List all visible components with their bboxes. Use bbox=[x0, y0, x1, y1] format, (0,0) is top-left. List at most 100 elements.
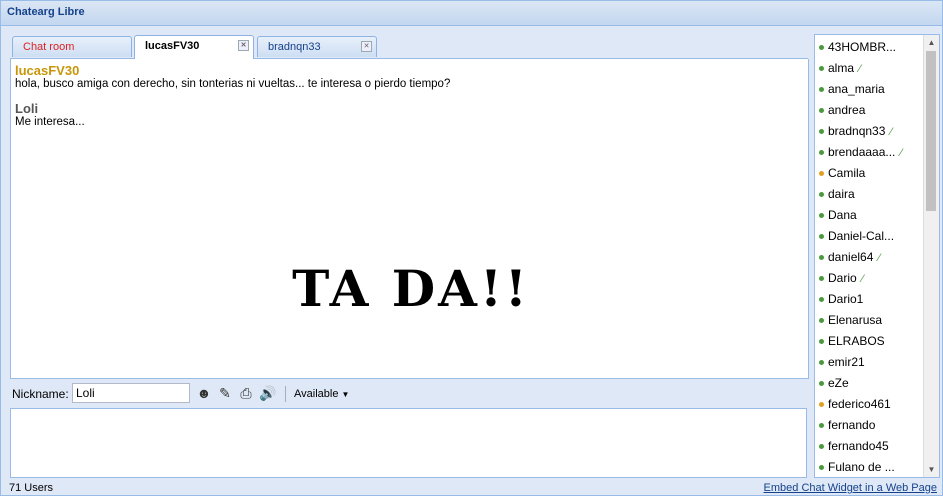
user-name: 43HOMBR... bbox=[828, 40, 897, 54]
status-dot-icon bbox=[819, 444, 824, 450]
status-dot-icon bbox=[819, 465, 824, 471]
user-list-item[interactable]: emir21 bbox=[819, 352, 865, 373]
user-list-item[interactable]: ELRABOS bbox=[819, 331, 885, 352]
message-input[interactable] bbox=[10, 408, 807, 478]
status-dot-icon bbox=[819, 66, 824, 72]
status-dot-icon bbox=[819, 108, 824, 114]
smiley-icon[interactable]: ☻ bbox=[196, 385, 212, 401]
status-dot-icon bbox=[819, 171, 824, 177]
close-icon[interactable]: ✕ bbox=[361, 41, 372, 52]
status-dot-icon bbox=[819, 381, 824, 387]
embed-widget-link[interactable]: Embed Chat Widget in a Web Page bbox=[764, 482, 937, 494]
print-icon[interactable]: ⎙ bbox=[238, 385, 254, 401]
typing-pencil-icon: ⁄ bbox=[890, 126, 893, 138]
user-list-item[interactable]: brendaaaa... ⁄ bbox=[819, 142, 902, 163]
status-dot-icon bbox=[819, 129, 824, 135]
user-list-item[interactable]: Fulano de ... bbox=[819, 457, 895, 477]
chevron-down-icon: ▼ bbox=[341, 390, 350, 399]
typing-pencil-icon: ⁄ bbox=[861, 273, 864, 285]
user-list[interactable]: 43HOMBR... alma ⁄ ana_mariaandrea bradnqn33 ⁄… bbox=[814, 34, 940, 478]
tab-label: bradnqn33 bbox=[268, 41, 321, 53]
status-dot-icon bbox=[819, 192, 824, 198]
chat-message: lucasFV30 hola, busco amiga con derecho,… bbox=[15, 63, 450, 90]
user-list-item[interactable]: 43HOMBR... bbox=[819, 37, 896, 58]
nickname-input[interactable] bbox=[72, 383, 190, 403]
scroll-down-icon[interactable]: ▼ bbox=[924, 462, 939, 477]
user-name: Fulano de ... bbox=[828, 460, 895, 474]
scroll-up-icon[interactable]: ▲ bbox=[924, 35, 939, 50]
user-name: bradnqn33 bbox=[828, 124, 886, 138]
tab-lucasfv30[interactable]: lucasFV30 ✕ bbox=[134, 35, 254, 59]
tab-bradnqn33[interactable]: bradnqn33 ✕ bbox=[257, 36, 377, 57]
status-dot-icon bbox=[819, 339, 824, 345]
scrollbar-thumb[interactable] bbox=[926, 51, 936, 211]
user-list-item[interactable]: andrea bbox=[819, 100, 865, 121]
status-dot-icon bbox=[819, 45, 824, 51]
user-list-item[interactable]: fernando45 bbox=[819, 436, 889, 457]
status-dot-icon bbox=[819, 318, 824, 324]
user-name: Dario1 bbox=[828, 292, 864, 306]
user-list-item[interactable]: eZe bbox=[819, 373, 849, 394]
user-list-item[interactable]: Dario1 bbox=[819, 289, 863, 310]
user-list-item[interactable]: bradnqn33 ⁄ bbox=[819, 121, 892, 142]
typing-pencil-icon: ⁄ bbox=[859, 63, 861, 75]
user-name: Daniel-Cal... bbox=[828, 229, 895, 243]
status-dot-icon bbox=[819, 402, 824, 408]
user-list-item[interactable]: daniel64 ⁄ bbox=[819, 247, 880, 268]
user-name: daira bbox=[828, 187, 855, 201]
chat-message: Loli Me interesa... bbox=[15, 101, 85, 128]
tab-chat-room[interactable]: Chat room bbox=[12, 36, 132, 57]
message-author: lucasFV30 bbox=[15, 63, 80, 78]
scrollbar[interactable]: ▲ ▼ bbox=[923, 35, 939, 477]
status-dot-icon bbox=[819, 150, 824, 156]
status-dropdown[interactable]: Available ▼ bbox=[294, 388, 349, 400]
status-label: Available bbox=[294, 388, 339, 400]
typing-pencil-icon: ⁄ bbox=[900, 147, 903, 159]
message-text: Me interesa... bbox=[15, 116, 85, 128]
user-list-item[interactable]: federico461 bbox=[819, 394, 891, 415]
nickname-label: Nickname: bbox=[12, 387, 69, 401]
user-name: Elenarusa bbox=[828, 313, 883, 327]
user-name: brendaaaa... bbox=[828, 145, 896, 159]
status-dot-icon bbox=[819, 360, 824, 366]
status-dot-icon bbox=[819, 213, 824, 219]
user-name: andrea bbox=[828, 103, 866, 117]
user-list-item[interactable]: ana_maria bbox=[819, 79, 885, 100]
sound-icon[interactable]: 🔊 bbox=[259, 385, 276, 401]
user-name: alma bbox=[828, 61, 855, 75]
tab-label: Chat room bbox=[23, 41, 75, 53]
user-name: ELRABOS bbox=[828, 334, 885, 348]
status-dot-icon bbox=[819, 297, 824, 303]
close-icon[interactable]: ✕ bbox=[238, 40, 249, 51]
message-author: Loli bbox=[15, 101, 39, 116]
status-dot-icon bbox=[819, 87, 824, 93]
user-list-item[interactable]: fernando bbox=[819, 415, 875, 436]
user-list-item[interactable]: Camila bbox=[819, 163, 865, 184]
tools-icon[interactable]: ✎ bbox=[217, 385, 233, 401]
tab-label: lucasFV30 bbox=[145, 40, 200, 52]
chat-window: Chatearg Libre Chat room lucasFV30 ✕ bra… bbox=[0, 0, 943, 496]
user-list-item[interactable]: Elenarusa bbox=[819, 310, 882, 331]
user-name: Dario bbox=[828, 271, 857, 285]
user-name: eZe bbox=[828, 376, 849, 390]
user-list-item[interactable]: daira bbox=[819, 184, 855, 205]
user-count: 71 Users bbox=[9, 482, 54, 494]
overlay-caption: TA DA!! bbox=[292, 259, 530, 318]
user-list-item[interactable]: Daniel-Cal... bbox=[819, 226, 894, 247]
tab-strip: Chat room lucasFV30 ✕ bradnqn33 ✕ bbox=[10, 34, 808, 59]
chat-log[interactable]: lucasFV30 hola, busco amiga con derecho,… bbox=[10, 59, 809, 379]
status-dot-icon bbox=[819, 423, 824, 429]
user-name: fernando bbox=[828, 418, 876, 432]
title-bar: Chatearg Libre bbox=[1, 1, 942, 26]
user-name: fernando45 bbox=[828, 439, 889, 453]
toolbar-divider bbox=[285, 386, 286, 402]
user-list-item[interactable]: Dario ⁄ bbox=[819, 268, 864, 289]
user-name: federico461 bbox=[828, 397, 891, 411]
chat-toolbar: Nickname: ☻ ✎ ⎙ 🔊 Available ▼ bbox=[10, 382, 808, 406]
typing-pencil-icon: ⁄ bbox=[878, 252, 881, 264]
user-list-item[interactable]: Dana bbox=[819, 205, 857, 226]
user-list-item[interactable]: alma ⁄ bbox=[819, 58, 861, 79]
user-name: emir21 bbox=[828, 355, 865, 369]
user-name: ana_maria bbox=[828, 82, 885, 96]
message-text: hola, busco amiga con derecho, sin tonte… bbox=[15, 78, 451, 90]
